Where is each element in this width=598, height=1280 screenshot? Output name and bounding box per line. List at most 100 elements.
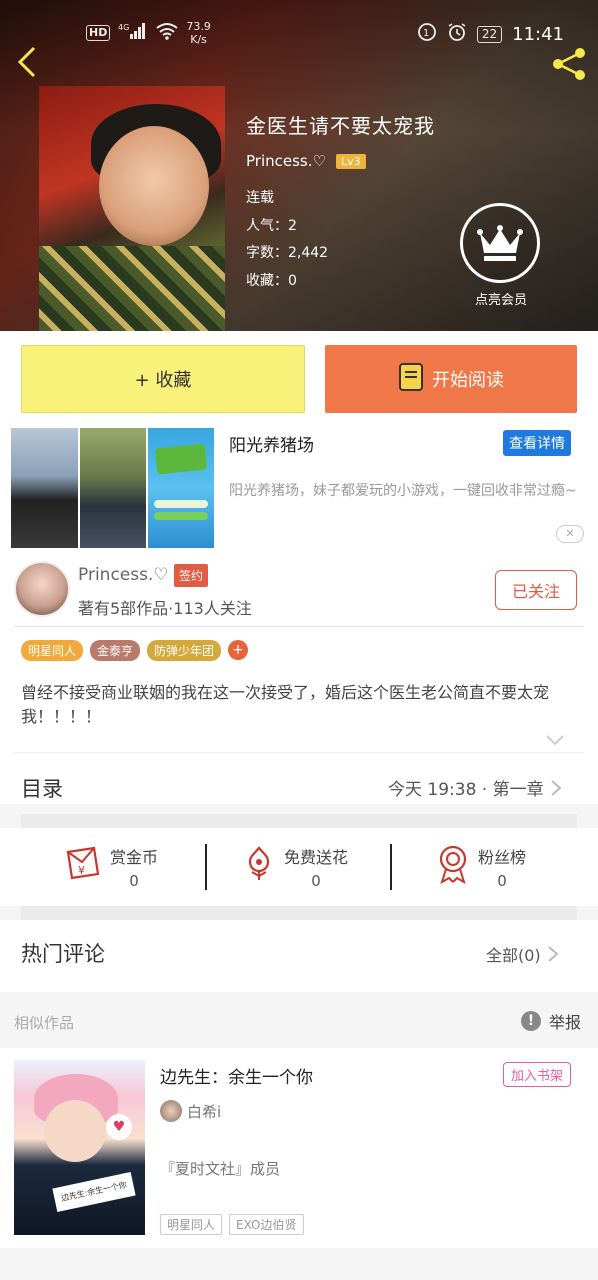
speed-value: 73.9 — [186, 20, 211, 33]
section-divider — [21, 906, 577, 920]
author-name[interactable]: Princess.♡ — [78, 565, 169, 585]
crown-icon — [460, 203, 540, 283]
tag-item[interactable]: 明星同人 — [160, 1214, 223, 1235]
ad-image-2[interactable] — [80, 428, 146, 548]
ad-close-button[interactable]: ✕ — [556, 525, 584, 543]
start-reading-label: 开始阅读 — [432, 370, 504, 391]
tag-list: 明星同人 金泰亨 防弹少年团 + — [21, 640, 249, 661]
data-saver-icon: 1 — [417, 22, 437, 46]
ad-description: 阳光养猪场，妹子都爱玩的小游戏，一键回收非常过瘾~ — [229, 483, 577, 499]
book-author-row[interactable]: Princess.♡ Lv3 — [246, 152, 366, 170]
stat-fans-ranking[interactable]: 粉丝榜 0 — [436, 844, 526, 890]
stat-value: 0 — [497, 872, 507, 890]
signal-icon: 4G — [118, 22, 148, 44]
ad-detail-button[interactable]: 查看详情 — [503, 430, 571, 456]
alarm-icon — [447, 22, 467, 46]
tag-item[interactable]: 金泰亨 — [90, 640, 141, 661]
tag-item[interactable]: EXO边伯贤 — [229, 1214, 304, 1235]
coin-envelope-icon: ¥ — [64, 844, 102, 886]
hd-indicator: HD — [86, 25, 111, 41]
similar-book-author[interactable]: 白希i — [187, 1101, 221, 1122]
action-bar: + 收藏 开始阅读 — [0, 331, 598, 421]
all-comments-link[interactable]: 全部(0) — [486, 942, 559, 966]
all-comments-label: 全部(0) — [486, 946, 541, 965]
add-to-shelf-button[interactable]: 加入书架 — [503, 1062, 572, 1087]
hot-comments-title: 热门评论 — [21, 942, 105, 966]
divider — [390, 844, 392, 890]
ad-banner[interactable]: 阳光养猪场 查看详情 阳光养猪场，妹子都爱玩的小游戏，一键回收非常过瘾~ ✕ — [0, 421, 598, 551]
status-bar: HD 4G 73.9 K/s 1 22 11:41 — [0, 0, 598, 58]
ad-image-3[interactable] — [148, 428, 214, 548]
chevron-right-icon — [548, 946, 559, 962]
avatar — [160, 1100, 182, 1122]
book-title: 金医生请不要太宠我 — [246, 114, 435, 138]
ad-image-1[interactable] — [11, 428, 78, 548]
battery-indicator: 22 — [476, 25, 503, 43]
divider — [14, 752, 584, 753]
book-favorites-count: 收藏：0 — [246, 273, 297, 289]
more-tags-button[interactable]: + — [228, 640, 249, 660]
similar-works-header: 相似作品 ! 举报 — [0, 992, 598, 1048]
stat-value: 0 — [129, 872, 139, 890]
book-status: 连载 — [246, 190, 274, 206]
book-icon — [398, 362, 424, 397]
wifi-icon — [156, 22, 178, 44]
divider — [205, 844, 207, 890]
follow-button[interactable]: 已关注 — [495, 570, 577, 610]
tag-item[interactable]: 明星同人 — [21, 640, 84, 661]
clock-time: 11:41 — [512, 23, 564, 45]
chevron-left-icon — [17, 46, 36, 78]
flower-icon — [242, 844, 276, 886]
stat-value: 0 — [311, 872, 321, 890]
start-reading-button[interactable]: 开始阅读 — [325, 345, 577, 413]
catalog-latest-text: 今天 19:38 · 第一章 — [388, 780, 544, 800]
section-divider — [21, 814, 577, 828]
signed-badge: 签约 — [174, 564, 209, 587]
stats-row: ¥ 赏金币 0 免费送花 0 粉丝榜 0 — [0, 828, 598, 906]
share-button[interactable] — [550, 46, 588, 82]
tag-item[interactable]: 防弹少年团 — [147, 640, 222, 661]
stat-free-flowers[interactable]: 免费送花 0 — [242, 844, 348, 890]
ad-title[interactable]: 阳光养猪场 — [229, 431, 314, 456]
svg-text:¥: ¥ — [78, 864, 85, 877]
similar-book-tags: 明星同人 EXO边伯贤 — [160, 1214, 304, 1235]
similar-book-cover[interactable]: ♥ 边先生:余生一个你 — [14, 1060, 145, 1235]
avatar[interactable] — [14, 561, 70, 617]
book-author-name[interactable]: Princess.♡ — [246, 152, 326, 170]
stat-label: 赏金币 — [110, 848, 159, 867]
book-word-count: 字数：2,442 — [246, 245, 329, 261]
author-section: Princess.♡ 签约 著有5部作品·113人关注 已关注 明星同人 金泰亨… — [0, 551, 598, 804]
book-popularity: 人气：2 — [246, 218, 297, 234]
hot-comments-row[interactable]: 热门评论 全部(0) — [0, 920, 598, 992]
book-summary: 曾经不接受商业联姻的我在这一次接受了，婚后这个医生老公简直不要太宠我！！！！ — [21, 683, 550, 726]
similar-book-title[interactable]: 边先生：余生一个你 — [160, 1063, 313, 1088]
svg-text:4G: 4G — [118, 23, 129, 32]
add-favorite-button[interactable]: + 收藏 — [21, 345, 305, 413]
speed-unit: K/s — [190, 33, 207, 46]
similar-book-description: 『夏时文社』成员 — [160, 1160, 281, 1178]
vip-button[interactable]: 点亮会员 — [460, 203, 542, 308]
divider — [14, 626, 584, 627]
report-button[interactable]: ! 举报 — [521, 1009, 581, 1033]
vip-label: 点亮会员 — [474, 293, 527, 308]
chevron-down-icon[interactable] — [545, 731, 565, 750]
report-label: 举报 — [549, 1013, 582, 1032]
author-info: 著有5部作品·113人关注 — [78, 599, 252, 618]
svg-text:1: 1 — [423, 28, 429, 39]
book-cover-image[interactable] — [39, 86, 225, 331]
back-button[interactable] — [14, 44, 42, 80]
exclamation-icon: ! — [521, 1011, 541, 1031]
page-bottom — [0, 1248, 598, 1280]
chevron-right-icon — [550, 779, 562, 796]
stat-label: 免费送花 — [284, 848, 349, 867]
similar-works-title: 相似作品 — [14, 1014, 75, 1032]
stat-label: 粉丝榜 — [478, 848, 527, 867]
list-item[interactable]: ♥ 边先生:余生一个你 边先生：余生一个你 加入书架 白希i 『夏时文社』成员 … — [0, 1048, 598, 1248]
share-icon — [553, 48, 585, 80]
stat-reward-coins[interactable]: ¥ 赏金币 0 — [64, 844, 158, 890]
catalog-title: 目录 — [21, 777, 63, 801]
medal-icon — [436, 844, 470, 888]
catalog-latest[interactable]: 今天 19:38 · 第一章 — [388, 775, 562, 800]
network-speed: 73.9 K/s — [186, 20, 211, 46]
author-level-badge: Lv3 — [335, 153, 366, 169]
